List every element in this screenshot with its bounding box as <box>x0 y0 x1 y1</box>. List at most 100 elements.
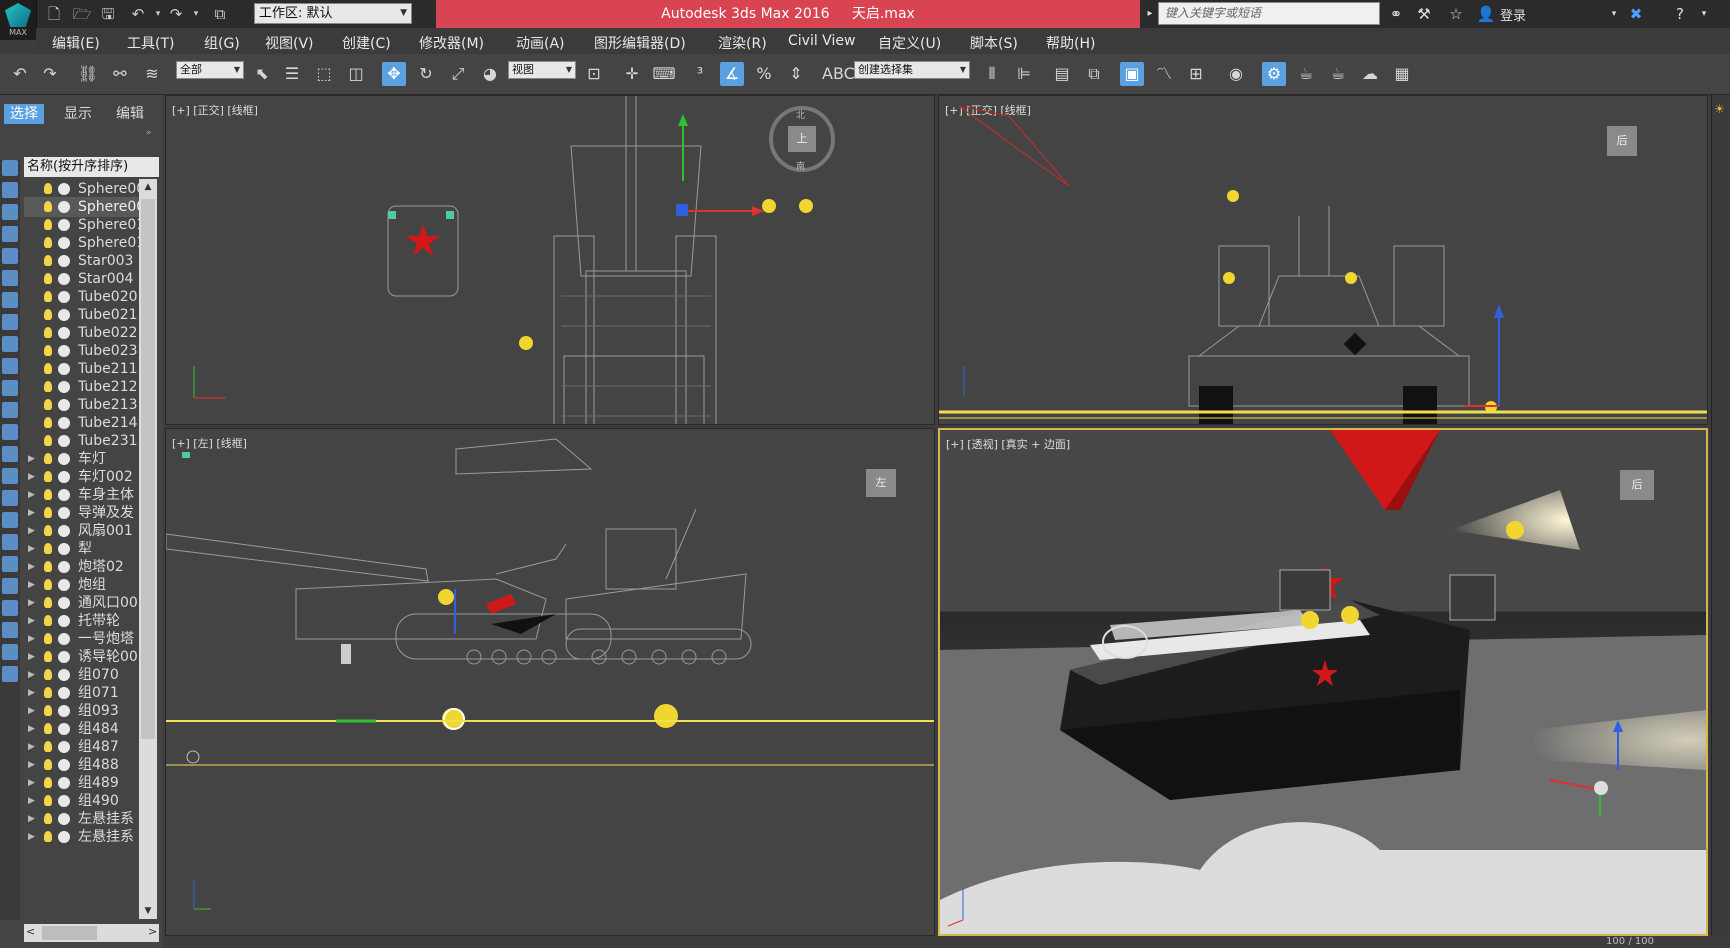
display-filter-icon[interactable] <box>2 446 18 462</box>
display-filter-icon[interactable] <box>2 556 18 572</box>
display-filter-icon[interactable] <box>2 600 18 616</box>
login-dropdown-icon[interactable]: ▾ <box>1604 4 1624 24</box>
scroll-up-icon[interactable]: ▲ <box>139 179 157 195</box>
list-item[interactable]: ▶ 车灯002 <box>24 467 147 487</box>
menu-help[interactable]: 帮助(H) <box>1046 33 1095 53</box>
display-filter-icon[interactable] <box>2 578 18 594</box>
display-filter-icon[interactable] <box>2 314 18 330</box>
exchange-x-icon[interactable]: ✖ <box>1626 4 1646 24</box>
link-icon[interactable]: ⛓ <box>76 62 100 86</box>
command-panel-edge[interactable] <box>1711 95 1730 936</box>
light-bulb-icon[interactable] <box>44 219 52 230</box>
display-filter-icon[interactable] <box>2 424 18 440</box>
visibility-icon[interactable] <box>58 795 70 807</box>
display-filter-icon[interactable] <box>2 468 18 484</box>
visibility-icon[interactable] <box>58 561 70 573</box>
render-setup-icon[interactable]: ⚙ <box>1262 62 1286 86</box>
list-item[interactable]: Tube211 <box>24 359 147 379</box>
mirror-icon[interactable]: ⫴ <box>980 62 1004 86</box>
scroll-thumb[interactable] <box>141 199 155 739</box>
align-icon[interactable]: ⊫ <box>1012 62 1036 86</box>
visibility-icon[interactable] <box>58 363 70 375</box>
light-bulb-icon[interactable] <box>44 525 52 536</box>
display-filter-icon[interactable] <box>2 622 18 638</box>
display-filter-icon[interactable] <box>2 292 18 308</box>
light-bulb-icon[interactable] <box>44 597 52 608</box>
light-bulb-icon[interactable] <box>44 327 52 338</box>
bind-space-warp-icon[interactable]: ≋ <box>140 62 164 86</box>
new-file-icon[interactable]: 🗋 <box>44 4 64 24</box>
list-item[interactable]: ▶ 组489 <box>24 773 147 793</box>
place-icon[interactable]: ◕ <box>478 62 502 86</box>
list-item[interactable]: Sphere01 <box>24 215 147 235</box>
visibility-icon[interactable] <box>58 741 70 753</box>
list-item[interactable]: Star004 <box>24 269 147 289</box>
move-icon[interactable]: ✥ <box>382 62 406 86</box>
visibility-icon[interactable] <box>58 291 70 303</box>
display-filter-icon[interactable] <box>2 270 18 286</box>
light-bulb-icon[interactable] <box>44 687 52 698</box>
keyboard-shortcut-icon[interactable]: ⌨ <box>652 62 676 86</box>
light-bulb-icon[interactable] <box>44 507 52 518</box>
percent-snap-icon[interactable]: % <box>752 62 776 86</box>
menu-civil-view[interactable]: Civil View <box>788 33 855 49</box>
undo-history-icon[interactable]: ↶ <box>128 4 148 24</box>
list-horizontal-scrollbar[interactable]: < > <box>24 924 159 942</box>
display-filter-icon[interactable] <box>2 534 18 550</box>
material-editor-icon[interactable]: ◉ <box>1224 62 1248 86</box>
list-item[interactable]: Star003 <box>24 251 147 271</box>
scroll-down-icon[interactable]: ▼ <box>139 903 157 919</box>
visibility-icon[interactable] <box>58 471 70 483</box>
expand-arrow-icon[interactable]: ▶ <box>28 809 36 829</box>
scroll-right-icon[interactable]: > <box>148 925 157 938</box>
list-item[interactable]: Sphere01 <box>24 233 147 253</box>
light-bulb-icon[interactable] <box>44 417 52 428</box>
light-bulb-icon[interactable] <box>44 237 52 248</box>
expand-arrow-icon[interactable]: ▶ <box>28 719 36 739</box>
list-item[interactable]: ▶ 通风口00 <box>24 593 147 613</box>
visibility-icon[interactable] <box>58 201 70 213</box>
list-item[interactable]: ▶ 组488 <box>24 755 147 775</box>
list-vertical-scrollbar[interactable]: ▲ ▼ <box>139 179 157 919</box>
list-item[interactable]: ▶ 左悬挂系 <box>24 827 147 847</box>
display-filter-icon[interactable] <box>2 380 18 396</box>
curve-editor-icon[interactable]: 〽 <box>1152 62 1176 86</box>
expand-arrow-icon[interactable]: ▶ <box>28 575 36 595</box>
spinner-snap-icon[interactable]: ⇕ <box>784 62 808 86</box>
light-bulb-icon[interactable] <box>44 705 52 716</box>
light-bulb-icon[interactable] <box>44 723 52 734</box>
expand-arrow-icon[interactable]: ▶ <box>28 503 36 523</box>
visibility-icon[interactable] <box>58 525 70 537</box>
visibility-icon[interactable] <box>58 255 70 267</box>
expand-arrow-icon[interactable]: ▶ <box>28 467 36 487</box>
display-filter-icon[interactable] <box>2 226 18 242</box>
visibility-icon[interactable] <box>58 453 70 465</box>
display-filter-icon[interactable] <box>2 402 18 418</box>
expand-arrow-icon[interactable]: ▶ <box>28 485 36 505</box>
menu-create[interactable]: 创建(C) <box>342 33 391 53</box>
expand-arrow-icon[interactable]: ▶ <box>28 629 36 649</box>
menu-modifiers[interactable]: 修改器(M) <box>419 33 484 53</box>
menu-animation[interactable]: 动画(A) <box>516 33 565 53</box>
list-item[interactable]: ▶ 左悬挂系 <box>24 809 147 829</box>
visibility-icon[interactable] <box>58 669 70 681</box>
light-bulb-icon[interactable] <box>44 795 52 806</box>
list-item[interactable]: ▶ 组490 <box>24 791 147 811</box>
viewcube-left[interactable]: 左 <box>866 469 896 497</box>
pivot-icon[interactable]: ⊡ <box>582 62 606 86</box>
light-bulb-icon[interactable] <box>44 309 52 320</box>
viewcube-persp[interactable]: 后 <box>1620 470 1654 500</box>
ref-coord-dropdown[interactable]: 视图 ▼ <box>508 61 576 79</box>
list-item[interactable]: ▶ 组070 <box>24 665 147 685</box>
light-bulb-icon[interactable] <box>44 471 52 482</box>
visibility-icon[interactable] <box>58 723 70 735</box>
redo-dropdown-icon[interactable]: ▾ <box>186 4 206 24</box>
sun-icon[interactable]: ☀ <box>1714 102 1728 116</box>
light-bulb-icon[interactable] <box>44 777 52 788</box>
visibility-icon[interactable] <box>58 579 70 591</box>
display-filter-icon[interactable] <box>2 512 18 528</box>
menu-view[interactable]: 视图(V) <box>265 33 314 53</box>
schematic-icon[interactable]: ⊞ <box>1184 62 1208 86</box>
render-iterative-icon[interactable]: ☁ <box>1358 62 1382 86</box>
menu-group[interactable]: 组(G) <box>204 33 240 53</box>
